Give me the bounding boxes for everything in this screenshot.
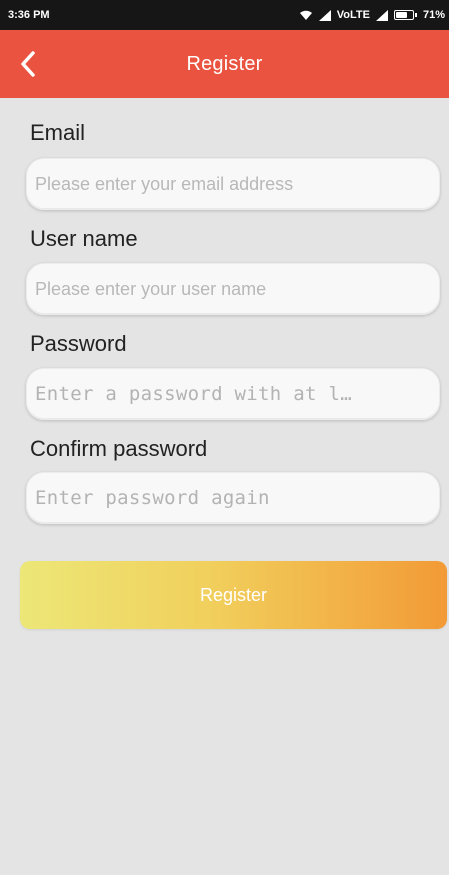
username-label: User name [30, 226, 138, 251]
battery-percent: 71% [422, 9, 445, 21]
status-icons: VoLTE 71% [299, 9, 445, 21]
chevron-left-icon [21, 51, 35, 77]
register-button[interactable]: Register [20, 561, 447, 629]
confirm-password-field-container [26, 472, 440, 524]
battery-icon [393, 10, 417, 20]
status-time: 3:36 PM [8, 9, 50, 21]
email-field[interactable] [35, 173, 439, 195]
confirm-password-field[interactable] [35, 487, 439, 509]
username-field[interactable] [35, 278, 439, 300]
signal-icon [318, 9, 331, 21]
signal-icon-2 [375, 9, 388, 21]
app-header: Register [0, 30, 449, 98]
status-bar: 3:36 PM VoLTE 71% [0, 0, 449, 30]
email-label: Email [30, 120, 86, 145]
confirm-password-label: Confirm password [30, 436, 208, 461]
password-field[interactable] [35, 383, 439, 405]
password-field-container [26, 368, 440, 420]
page-title: Register [186, 52, 263, 75]
username-field-container [26, 263, 440, 315]
register-screen: 3:36 PM VoLTE 71% Register Email Please … [0, 0, 449, 875]
wifi-icon [299, 10, 313, 21]
password-label: Password [30, 331, 127, 356]
network-label: VoLTE [336, 9, 370, 21]
back-button[interactable] [6, 40, 50, 88]
email-field-container [26, 158, 440, 210]
